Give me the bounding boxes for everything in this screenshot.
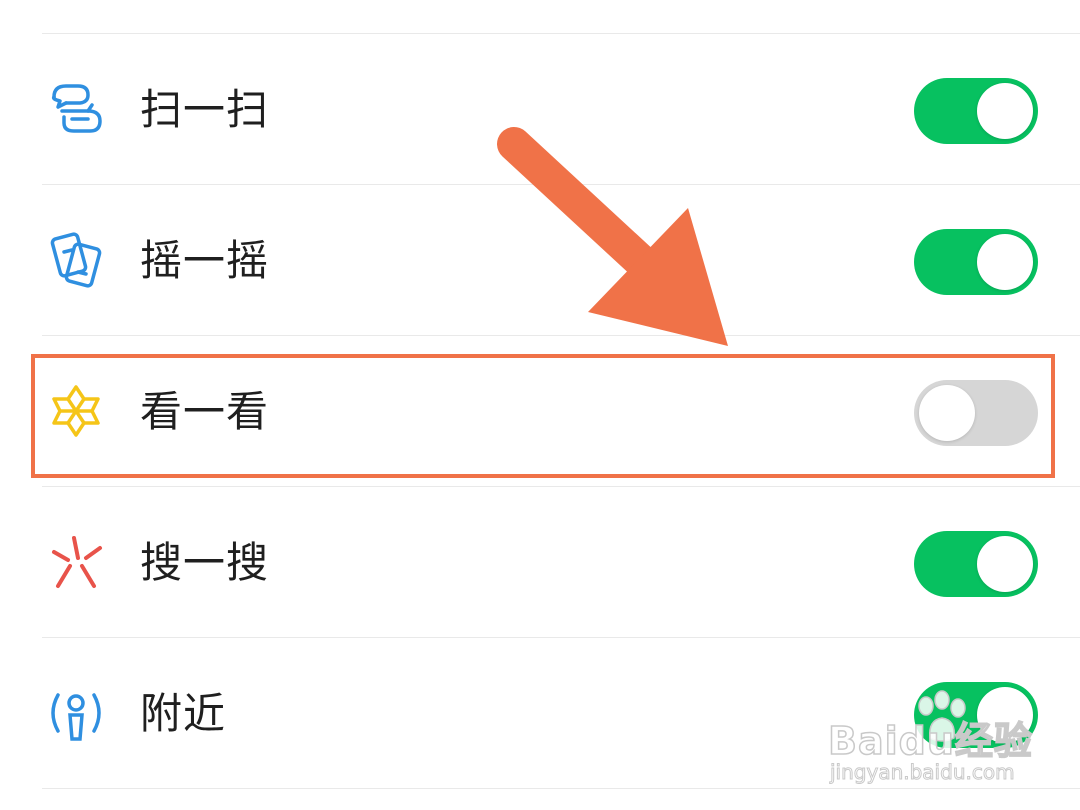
scan-toggle[interactable]	[914, 78, 1038, 144]
look-icon	[44, 379, 108, 443]
setting-row-scan[interactable]: 扫一扫	[0, 34, 1080, 184]
toggle-knob	[977, 536, 1033, 592]
toggle-knob	[977, 687, 1033, 743]
shake-icon	[44, 228, 108, 292]
nearby-toggle[interactable]	[914, 682, 1038, 748]
search-icon	[44, 530, 108, 594]
settings-list: 扫一扫 摇一摇 看一看 搜一搜 附近	[0, 0, 1080, 810]
toggle-knob	[919, 385, 975, 441]
look-toggle[interactable]	[914, 380, 1038, 446]
toggle-knob	[977, 83, 1033, 139]
divider	[42, 788, 1080, 789]
setting-row-look[interactable]: 看一看	[0, 336, 1080, 486]
search-toggle[interactable]	[914, 531, 1038, 597]
setting-label: 附近	[140, 689, 227, 738]
setting-label: 摇一摇	[140, 236, 270, 285]
setting-label: 看一看	[140, 387, 270, 436]
setting-row-shake[interactable]: 摇一摇	[0, 185, 1080, 335]
setting-row-nearby[interactable]: 附近	[0, 638, 1080, 788]
shake-toggle[interactable]	[914, 229, 1038, 295]
nearby-icon	[44, 681, 108, 745]
scan-icon	[44, 77, 108, 141]
setting-label: 搜一搜	[140, 538, 270, 587]
setting-label: 扫一扫	[140, 85, 270, 134]
setting-row-search[interactable]: 搜一搜	[0, 487, 1080, 637]
toggle-knob	[977, 234, 1033, 290]
